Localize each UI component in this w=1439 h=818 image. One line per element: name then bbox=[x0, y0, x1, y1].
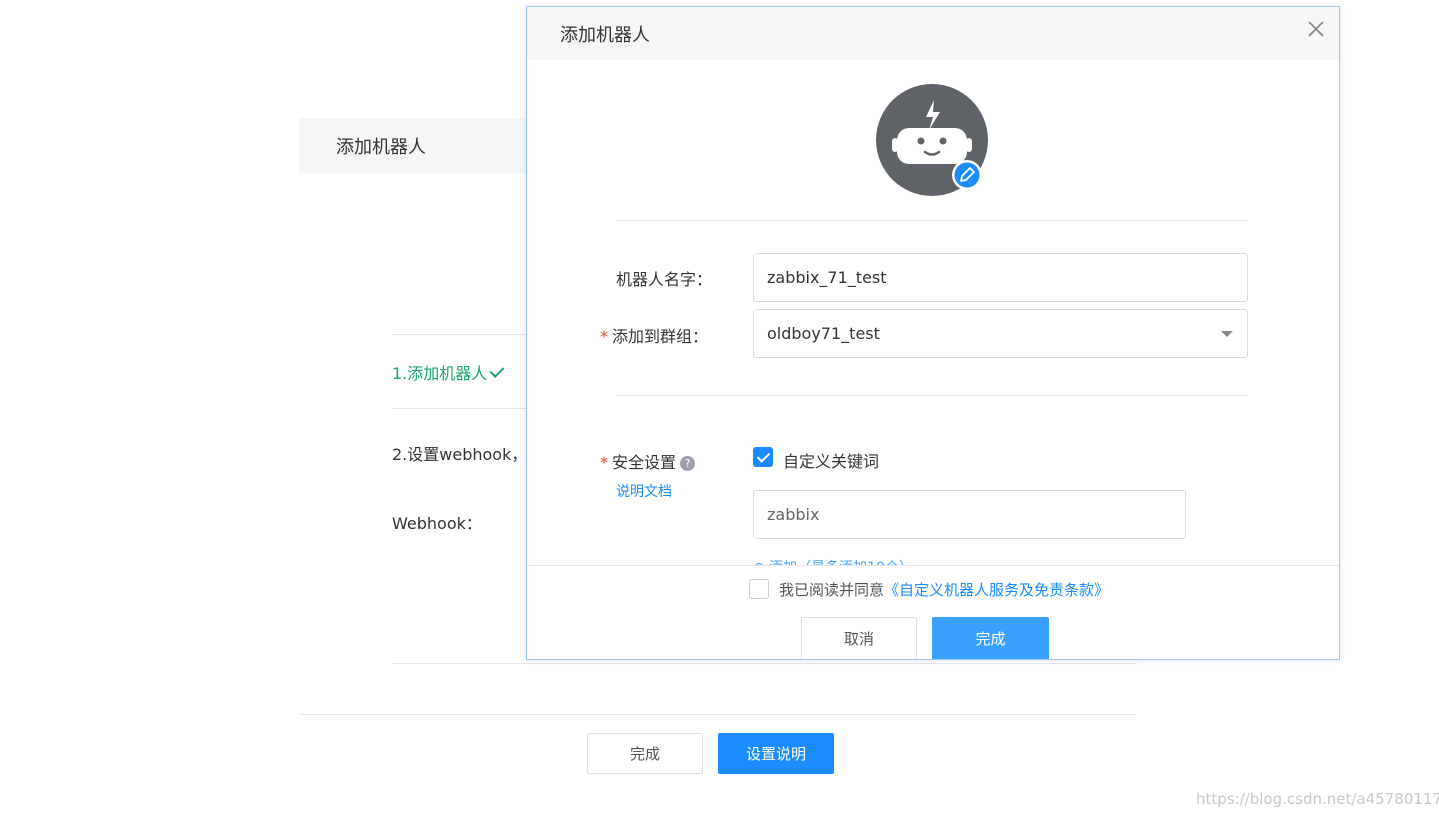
required-asterisk: * bbox=[600, 327, 608, 346]
chevron-down-icon bbox=[1221, 331, 1233, 337]
agree-row: 我已阅读并同意《自定义机器人服务及免责条款》 bbox=[779, 579, 1109, 600]
agree-checkbox[interactable] bbox=[749, 579, 769, 599]
security-label: 安全设置 bbox=[612, 453, 677, 472]
keyword-input[interactable]: zabbix bbox=[753, 490, 1186, 539]
setup-help-button[interactable]: 设置说明 bbox=[718, 733, 834, 774]
step-2-label: 2.设置webhook， bbox=[392, 445, 528, 464]
robot-name-input[interactable]: zabbix_71_test bbox=[753, 253, 1248, 302]
modal-title: 添加机器人 bbox=[560, 25, 650, 46]
modal-footer: 我已阅读并同意《自定义机器人服务及免责条款》 取消 完成 bbox=[527, 565, 1339, 659]
help-icon[interactable]: ? bbox=[680, 456, 696, 471]
step-1-label: 1.添加机器人 bbox=[392, 364, 488, 383]
background-done-button[interactable]: 完成 bbox=[587, 733, 703, 774]
step-1-done: 1.添加机器人 bbox=[392, 360, 505, 384]
cancel-button[interactable]: 取消 bbox=[801, 617, 917, 659]
checkmark-icon bbox=[489, 363, 505, 378]
agree-text: 我已阅读并同意 bbox=[779, 581, 885, 599]
add-robot-modal: 添加机器人 机器人名字： zabbix_71_test * 添加到群组： oldb… bbox=[526, 6, 1340, 660]
group-label-row: * 添加到群组： bbox=[600, 323, 708, 347]
background-dialog-title: 添加机器人 bbox=[336, 137, 426, 158]
group-label: 添加到群组： bbox=[612, 327, 709, 346]
divider bbox=[392, 663, 1137, 664]
docs-link[interactable]: 说明文档 bbox=[616, 481, 672, 501]
group-select-value: oldboy71_test bbox=[767, 324, 880, 343]
webhook-label: Webhook： bbox=[392, 514, 482, 533]
background-footer-divider bbox=[299, 714, 1136, 715]
keyword-checkbox[interactable] bbox=[753, 447, 773, 467]
group-select[interactable]: oldboy71_test bbox=[753, 309, 1248, 358]
robot-avatar-icon[interactable] bbox=[876, 84, 990, 198]
security-label-row: * 安全设置? bbox=[600, 449, 696, 473]
close-icon[interactable] bbox=[1306, 19, 1326, 39]
required-asterisk: * bbox=[600, 453, 608, 472]
watermark: https://blog.csdn.net/a457801170 bbox=[1196, 790, 1439, 808]
robot-name-label: 机器人名字： bbox=[616, 270, 713, 289]
done-button[interactable]: 完成 bbox=[932, 617, 1049, 659]
divider bbox=[616, 395, 1248, 396]
keyword-checkbox-label: 自定义关键词 bbox=[783, 452, 880, 471]
modal-header: 添加机器人 bbox=[527, 7, 1339, 60]
divider bbox=[616, 220, 1248, 221]
pencil-icon[interactable] bbox=[952, 160, 982, 190]
terms-link[interactable]: 《自定义机器人服务及免责条款》 bbox=[884, 581, 1109, 599]
